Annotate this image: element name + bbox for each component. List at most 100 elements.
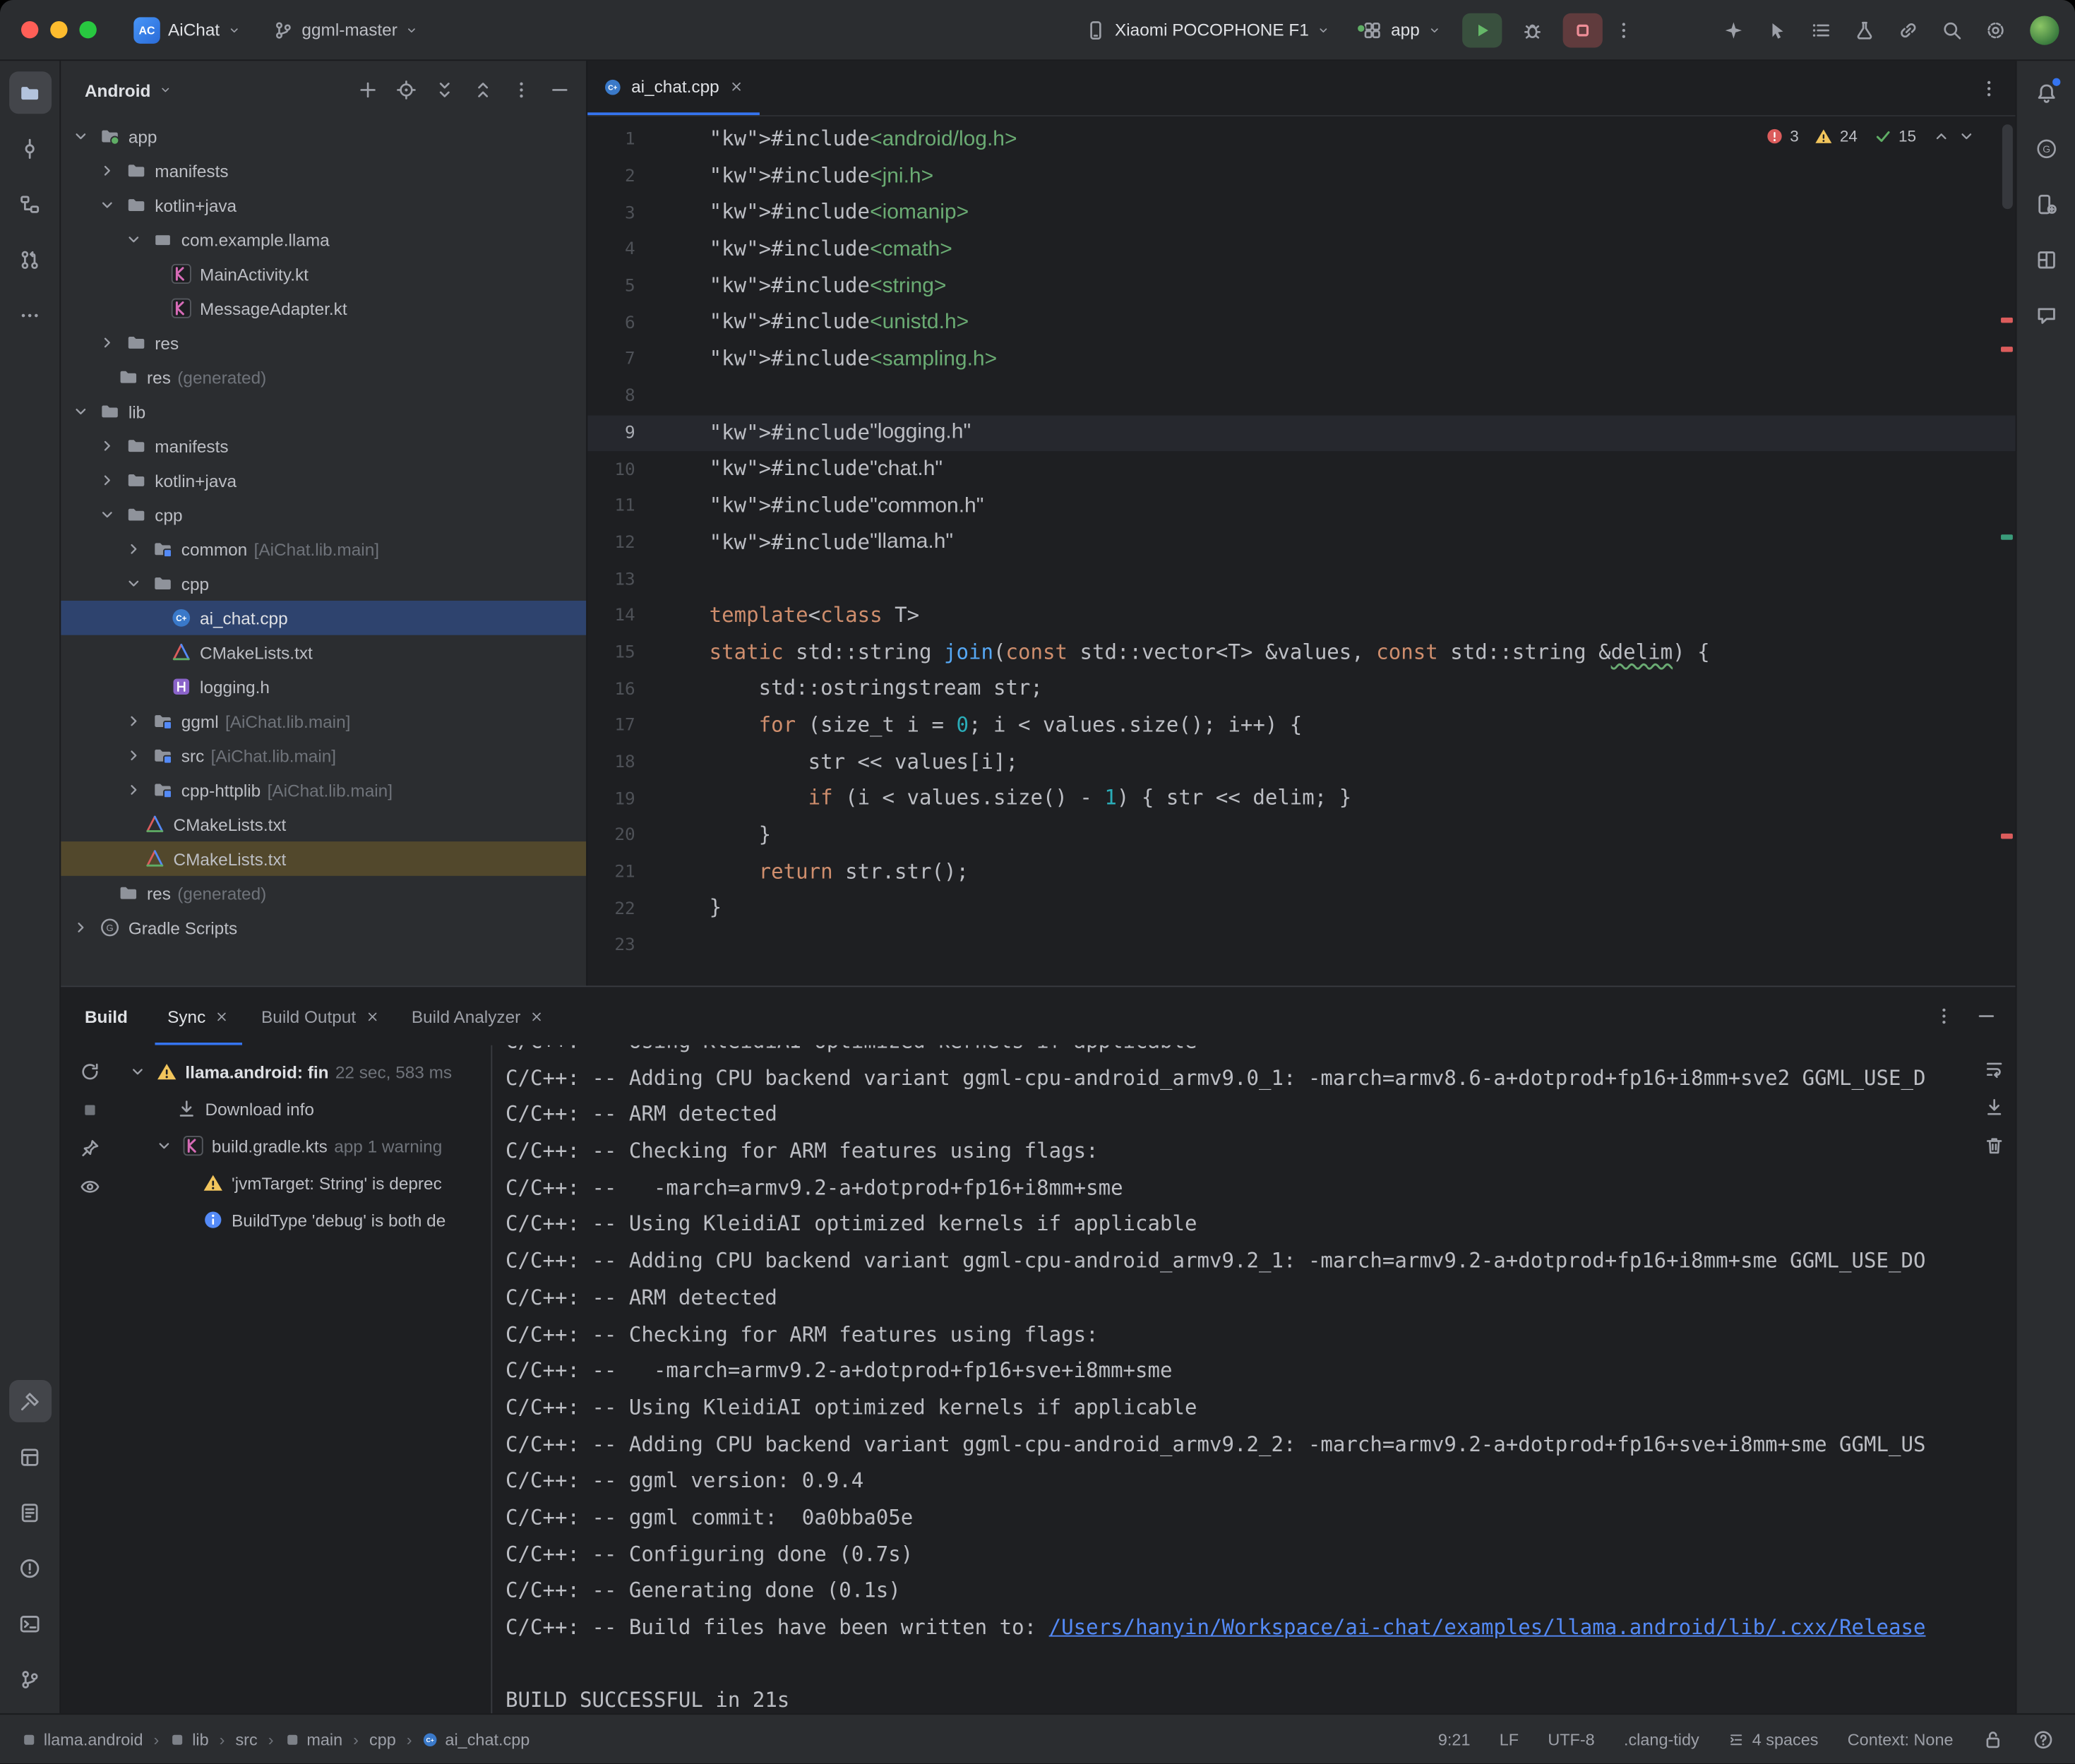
layout-inspector-button[interactable]	[2025, 238, 2067, 280]
context-widget[interactable]: Context: None	[1848, 1730, 1954, 1748]
project-item-manifests[interactable]: manifests	[61, 428, 586, 463]
project-item-lib[interactable]: lib	[61, 395, 586, 429]
code-with-me-icon[interactable]	[1766, 19, 1788, 40]
project-item-src[interactable]: src[AiChat.lib.main]	[61, 738, 586, 773]
next-problem-icon[interactable]	[1957, 127, 1975, 145]
project-item-res[interactable]: res	[61, 325, 586, 360]
breadcrumb-cpp[interactable]: cpp	[369, 1730, 396, 1748]
project-item-ggml[interactable]: ggml[AiChat.lib.main]	[61, 704, 586, 738]
services-tool-button[interactable]	[8, 1436, 51, 1478]
code-line-10[interactable]: 10"kw">#include "chat.h"	[587, 452, 2015, 488]
previous-problem-icon[interactable]	[1932, 127, 1951, 145]
locate-file-button[interactable]	[395, 79, 417, 100]
build-tab-sync[interactable]: Sync	[154, 987, 242, 1045]
lock-icon[interactable]	[1983, 1729, 2004, 1750]
project-item-common[interactable]: common[AiChat.lib.main]	[61, 532, 586, 566]
code-line-15[interactable]: 15static std::string join(const std::vec…	[587, 635, 2015, 671]
project-selector[interactable]: AC AiChat	[123, 11, 251, 48]
close-window-button[interactable]	[21, 21, 38, 38]
build-console[interactable]: C/C++: -- Using KleidiAI optimized kerne…	[506, 1045, 1960, 1714]
build-options-icon[interactable]	[1933, 1006, 1954, 1027]
terminal-tool-button[interactable]	[8, 1602, 51, 1645]
sync-link-icon[interactable]	[1898, 19, 1919, 40]
code-line-17[interactable]: 17 for (size_t i = 0; i < values.size();…	[587, 708, 2015, 745]
code-line-9[interactable]: 9"kw">#include "logging.h"	[587, 415, 2015, 452]
branch-selector[interactable]: ggml-master	[262, 14, 429, 46]
build-tree-item-jvmtarget-string-is-deprec[interactable]: 'jvmTarget: String' is deprec	[119, 1164, 491, 1201]
running-list-icon[interactable]	[1810, 19, 1831, 40]
code-line-19[interactable]: 19 if (i < values.size() - 1) { str << d…	[587, 781, 2015, 818]
rerun-button[interactable]	[79, 1061, 100, 1082]
settings-icon[interactable]	[1985, 19, 2007, 40]
build-tree-item-buildtype-debug-is-both-de[interactable]: BuildType 'debug' is both de	[119, 1201, 491, 1238]
more-tool-windows-button[interactable]	[8, 294, 51, 336]
user-avatar[interactable]	[2030, 16, 2059, 44]
project-item-cmakelists-txt[interactable]: CMakeLists.txt	[61, 635, 586, 670]
status-info-icon[interactable]	[2033, 1729, 2054, 1750]
run-config-selector[interactable]: app	[1351, 14, 1452, 46]
editor-scrollbar[interactable]	[2002, 124, 2013, 209]
breadcrumb-main[interactable]: main	[285, 1730, 343, 1748]
search-everywhere-icon[interactable]	[1942, 19, 1963, 40]
code-line-11[interactable]: 11"kw">#include "common.h"	[587, 488, 2015, 524]
chevron-right-icon[interactable]	[95, 333, 118, 352]
more-run-actions-icon[interactable]	[1613, 19, 1634, 40]
profiler-icon[interactable]	[1854, 19, 1875, 40]
app-quality-insights-button[interactable]	[2025, 294, 2067, 336]
filter-button[interactable]	[79, 1176, 100, 1197]
code-editor[interactable]: 1"kw">#include <android/log.h>2"kw">#inc…	[587, 116, 2015, 985]
clang-tidy-widget[interactable]: .clang-tidy	[1624, 1730, 1699, 1748]
project-item-ai-chat-cpp[interactable]: C+ai_chat.cpp	[61, 601, 586, 635]
code-line-3[interactable]: 3"kw">#include <iomanip>	[587, 195, 2015, 232]
build-tab-build-output[interactable]: Build Output	[248, 987, 393, 1045]
debug-button[interactable]	[1512, 13, 1552, 47]
gradle-tool-button[interactable]: G	[2025, 127, 2067, 169]
encoding-widget[interactable]: UTF-8	[1548, 1730, 1594, 1748]
code-line-7[interactable]: 7"kw">#include <sampling.h>	[587, 342, 2015, 378]
code-line-2[interactable]: 2"kw">#include <jni.h>	[587, 158, 2015, 195]
collapse-all-button[interactable]	[472, 79, 494, 100]
indent-widget[interactable]: 4 spaces	[1728, 1730, 1819, 1748]
code-line-14[interactable]: 14template<class T>	[587, 598, 2015, 635]
chevron-right-icon[interactable]	[121, 712, 144, 730]
project-item-logging-h[interactable]: logging.h	[61, 669, 586, 704]
hide-panel-button[interactable]	[549, 79, 570, 100]
device-selector[interactable]: Xiaomi POCOPHONE F1	[1075, 14, 1341, 46]
code-line-4[interactable]: 4"kw">#include <cmath>	[587, 232, 2015, 268]
caret-position-widget[interactable]: 9:21	[1438, 1730, 1471, 1748]
breadcrumb-llama-android[interactable]: llama.android	[21, 1730, 143, 1748]
chevron-right-icon[interactable]	[95, 437, 118, 455]
chevron-down-icon[interactable]	[127, 1062, 148, 1081]
chevron-down-icon[interactable]	[121, 230, 144, 248]
project-item-kotlin-java[interactable]: kotlin+java	[61, 188, 586, 222]
editor-tab-ai-chat-cpp[interactable]: C+ ai_chat.cpp	[587, 61, 759, 115]
build-output-path-link[interactable]: /Users/hanyin/Workspace/ai-chat/examples…	[1049, 1616, 1926, 1640]
build-tab-build-analyzer[interactable]: Build Analyzer	[398, 987, 558, 1045]
device-manager-button[interactable]	[2025, 183, 2067, 225]
project-item-cmakelists-txt[interactable]: CMakeLists.txt	[61, 807, 586, 841]
chevron-down-icon[interactable]	[68, 402, 91, 421]
run-button[interactable]	[1462, 13, 1502, 47]
breadcrumb-lib[interactable]: lib	[169, 1730, 208, 1748]
code-line-5[interactable]: 5"kw">#include <string>	[587, 268, 2015, 305]
project-item-cpp[interactable]: cpp	[61, 566, 586, 601]
project-item-mainactivity-kt[interactable]: MainActivity.kt	[61, 257, 586, 292]
clear-all-button[interactable]	[1984, 1135, 2005, 1156]
project-item-res[interactable]: res(generated)	[61, 360, 586, 395]
build-tool-button[interactable]	[8, 1380, 51, 1422]
build-tree-item-build-gradle-kts[interactable]: build.gradle.ktsapp 1 warning	[119, 1127, 491, 1164]
pin-button[interactable]	[79, 1138, 100, 1159]
zoom-window-button[interactable]	[79, 21, 96, 38]
chevron-down-icon[interactable]	[153, 1136, 174, 1155]
breadcrumb-ai-chat-cpp[interactable]: C+ai_chat.cpp	[423, 1730, 530, 1748]
minimize-window-button[interactable]	[50, 21, 67, 38]
chevron-right-icon[interactable]	[68, 918, 91, 937]
chevron-down-icon[interactable]	[95, 505, 118, 524]
pull-requests-tool-button[interactable]	[8, 238, 51, 280]
code-line-20[interactable]: 20 }	[587, 817, 2015, 854]
close-tab-icon[interactable]	[729, 79, 743, 94]
code-line-21[interactable]: 21 return str.str();	[587, 854, 2015, 891]
build-tree-item-llama-android-fin[interactable]: llama.android: fin22 sec, 583 ms	[119, 1053, 491, 1090]
project-tool-button[interactable]	[8, 71, 51, 114]
project-item-gradle-scripts[interactable]: GGradle Scripts	[61, 911, 586, 945]
